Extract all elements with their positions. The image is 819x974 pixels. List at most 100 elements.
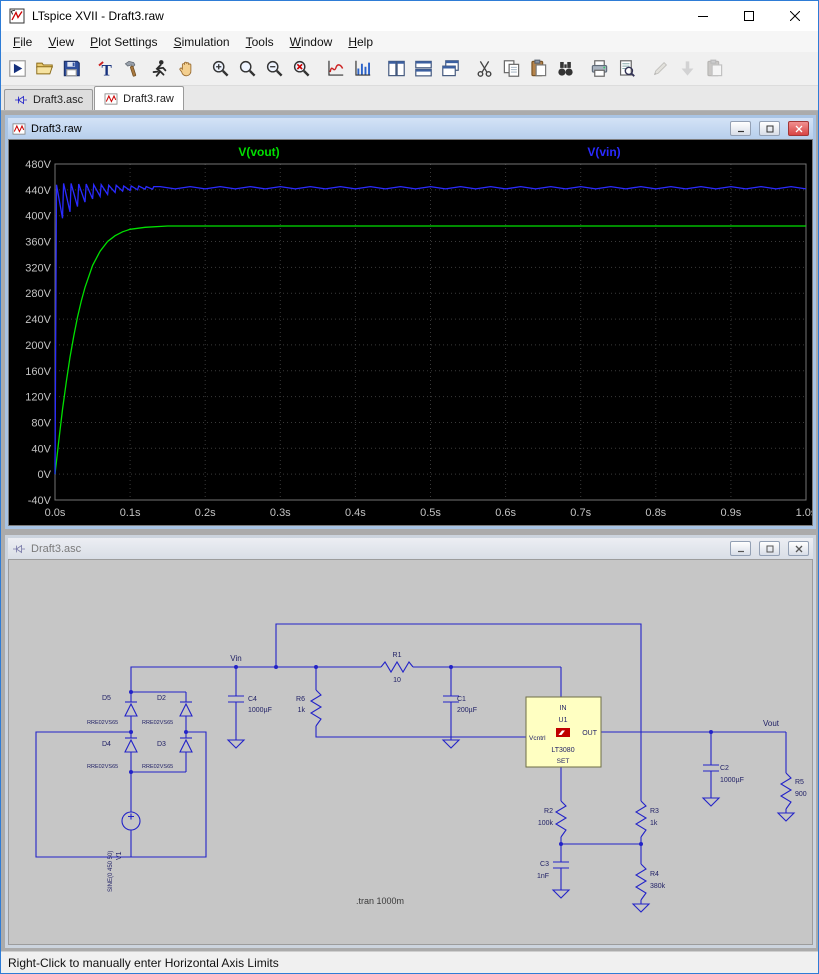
title-bar: LTspice XVII - Draft3.raw [1,1,818,31]
open-button[interactable] [31,55,58,82]
schematic-canvas-area[interactable]: Vin Vout .tran 1000m D5 RRE02VS65 D2 RRE… [8,559,813,945]
pan-button[interactable] [173,55,200,82]
minimize-button[interactable] [680,1,726,31]
probe-icon: T [98,61,113,78]
menu-bar: File View Plot Settings Simulation Tools… [1,31,818,52]
halt-button[interactable] [146,55,173,82]
save-button[interactable] [58,55,85,82]
svg-text:0.2s: 0.2s [195,507,216,519]
ltspice-window: LTspice XVII - Draft3.raw File View Plot… [0,0,819,974]
component-v1[interactable]: V1 SINE(0 450 50) [108,811,141,892]
zoom-extents-icon [239,60,256,77]
component-d4[interactable]: D4 RRE02VS65 [87,737,138,770]
svg-text:0.7s: 0.7s [570,507,591,519]
svg-text:40V: 40V [31,443,51,455]
close-button[interactable] [772,1,818,31]
pencil-icon [653,61,668,76]
schematic-window-titlebar[interactable]: Draft3.asc [8,538,813,559]
net-label-vin[interactable]: Vin [230,654,241,663]
down-arrow-icon [681,61,694,76]
waveform-minimize-button[interactable] [730,121,751,136]
plot-settings-button[interactable] [349,55,376,82]
component-r3[interactable]: R3 1k [634,800,659,838]
menu-view[interactable]: View [40,33,82,51]
component-c2[interactable]: C2 1000µF [703,764,744,784]
component-name: C4 [248,696,257,703]
waveform-plot-area[interactable]: 480V 440V 400V 360V 320V 280V 240V 200V 160V 120V… [8,139,813,526]
svg-text:0.1s: 0.1s [120,507,141,519]
component-r1[interactable]: R1 10 [380,652,414,684]
mdi-area: Draft3.raw 480V 440V 400V 360V 320V 280V 240V 2… [1,111,818,951]
zoom-in-button[interactable] [207,55,234,82]
menu-tools[interactable]: Tools [238,33,282,51]
component-value: LT3080 [551,747,574,754]
tab-bar: Draft3.asc Draft3.raw [1,86,818,111]
zoom-out-button[interactable] [261,55,288,82]
component-c3[interactable]: C3 1nF [537,861,569,880]
schematic-maximize-button[interactable] [759,541,780,556]
copy-button[interactable] [498,55,525,82]
svg-text:200V: 200V [25,340,51,352]
maximize-button[interactable] [726,1,772,31]
waveform-plot[interactable]: 480V 440V 400V 360V 320V 280V 240V 200V 160V 120V… [9,140,813,526]
probe-button[interactable]: T [92,55,119,82]
svg-text:0.5s: 0.5s [420,507,441,519]
spice-directive[interactable]: .tran 1000m [356,896,404,906]
tab-draft3-asc[interactable]: Draft3.asc [4,89,94,110]
component-r5[interactable]: R5 900 [779,772,807,810]
caption-buttons [680,1,818,31]
cascade-button[interactable] [437,55,464,82]
menu-window[interactable]: Window [282,33,341,51]
component-c4[interactable]: C4 1000µF [228,695,272,714]
component-value: RRE02VS65 [142,720,173,726]
component-name: R6 [296,696,305,703]
tile-vertical-icon [388,60,405,77]
component-c1[interactable]: C1 200µF [443,695,477,714]
autorange-button[interactable] [322,55,349,82]
schematic-canvas[interactable]: Vin Vout .tran 1000m D5 RRE02VS65 D2 RRE… [9,560,813,945]
paste-button[interactable] [525,55,552,82]
schematic-window: Draft3.asc Vin Vout .tran 1000m D5 RRE02… [5,535,816,948]
component-d5[interactable]: D5 RRE02VS65 [87,695,138,726]
zoom-extents-button[interactable] [234,55,261,82]
waveform-maximize-button[interactable] [759,121,780,136]
component-value: 100k [538,820,554,827]
control-panel-button[interactable] [119,55,146,82]
menu-file[interactable]: File [5,33,40,51]
schematic-minimize-button[interactable] [730,541,751,556]
tab-draft3-raw[interactable]: Draft3.raw [94,86,184,110]
net-label-vout[interactable]: Vout [763,719,780,728]
hammer-icon [124,60,137,77]
menu-plot-settings[interactable]: Plot Settings [82,33,165,51]
component-value: 380k [650,883,666,890]
svg-text:0.8s: 0.8s [645,507,666,519]
run-button[interactable] [4,55,31,82]
find-button[interactable] [552,55,579,82]
zoom-full-button[interactable] [288,55,315,82]
component-name: C2 [720,765,729,772]
svg-text:440V: 440V [25,185,51,197]
component-u1[interactable]: IN U1 Vcntrl OUT LT3080 SET [525,696,602,768]
component-r6[interactable]: R6 1k [296,689,323,727]
component-d2[interactable]: D2 RRE02VS65 [142,695,193,726]
component-name: D2 [157,695,166,702]
waveform-window-titlebar[interactable]: Draft3.raw [8,118,813,139]
component-name: D4 [102,741,111,748]
waveform-window: Draft3.raw 480V 440V 400V 360V 320V 280V 240V 2… [5,115,816,529]
schematic-close-button[interactable] [788,541,809,556]
print-preview-button[interactable] [613,55,640,82]
component-value: SINE(0 450 50) [108,851,114,892]
menu-simulation[interactable]: Simulation [166,33,238,51]
component-r2[interactable]: R2 100k [538,800,568,838]
bar-plot-icon [355,60,371,76]
component-d3[interactable]: D3 RRE02VS65 [142,737,193,770]
zoom-full-icon [293,60,310,77]
open-folder-icon [36,62,53,75]
component-r4[interactable]: R4 380k [634,863,666,901]
waveform-close-button[interactable] [788,121,809,136]
print-button[interactable] [586,55,613,82]
menu-help[interactable]: Help [340,33,381,51]
tile-horizontal-button[interactable] [410,55,437,82]
tile-vertical-button[interactable] [383,55,410,82]
cut-button[interactable] [471,55,498,82]
